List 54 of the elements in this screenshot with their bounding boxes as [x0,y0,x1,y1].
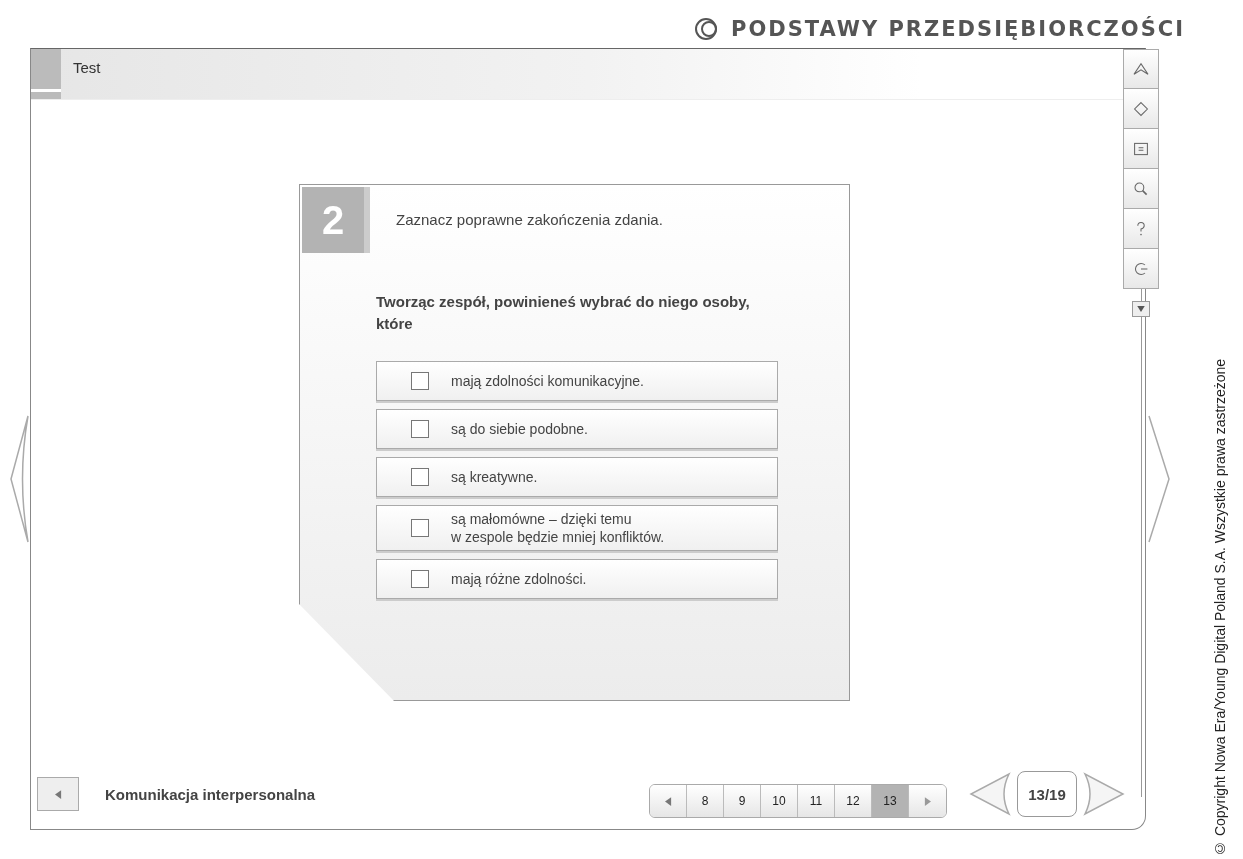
tab-marker [31,49,61,99]
page-button[interactable]: 10 [761,785,798,817]
page-counter: 13/19 [1017,771,1077,817]
exit-button[interactable] [1123,249,1159,289]
exit-icon [1133,260,1149,277]
chapter-title: Komunikacja interpersonalna [105,785,316,803]
search-button[interactable] [1123,169,1159,209]
page-button[interactable]: 13 [872,785,909,817]
help-button[interactable] [1123,209,1159,249]
next-arrow-icon[interactable] [1083,772,1125,816]
question-prompt: Tworząc zespół, powinieneś wybrać do niego osoby, które [376,292,751,334]
checkbox[interactable] [411,468,429,486]
previous-page-button[interactable] [650,785,687,817]
option-text: są małomówne – dzięki temu w zespole będzie mniej konfliktów. [451,510,665,546]
list-icon [1133,140,1149,157]
search-icon [1133,180,1149,197]
answer-option[interactable]: są małomówne – dzięki temu w zespole będzie mniej konfliktów. [376,505,778,551]
right-arrow-icon[interactable] [1147,414,1171,544]
section-title: Test [72,58,101,76]
answer-option[interactable]: są kreatywne. [376,457,778,497]
checkbox[interactable] [411,570,429,588]
diamond-icon [1133,100,1149,117]
option-text: mają zdolności komunikacyjne. [451,372,644,390]
checkbox[interactable] [411,420,429,438]
caret-down-icon [1137,306,1145,312]
app-title: PODSTAWY PRZEDSIĘBIORCZOŚCI [731,17,1185,41]
checkbox[interactable] [411,372,429,390]
page-button[interactable]: 8 [687,785,724,817]
page-button[interactable]: 11 [798,785,835,817]
caret-right-icon [924,796,931,806]
option-text: są kreatywne. [451,468,538,486]
menu-button[interactable] [1123,129,1159,169]
logo-icon [693,16,719,42]
answer-option[interactable]: mają zdolności komunikacyjne. [376,361,778,401]
option-text: mają różne zdolności. [451,570,587,588]
answer-option[interactable]: mają różne zdolności. [376,559,778,599]
dropdown-button[interactable] [1132,301,1150,317]
caret-left-icon [54,789,62,799]
question-instruction: Zaznacz poprawne zakończenia zdania. [396,210,663,228]
page-button[interactable]: 9 [724,785,761,817]
copyright-notice: © Copyright Nowa Era/Young Digital Poland S.A. Wszystkie prawa zastrzeżone [1212,357,1228,856]
caret-left-icon [664,796,672,806]
diamond-button[interactable] [1123,89,1159,129]
page-button[interactable]: 12 [835,785,872,817]
left-arrow-icon[interactable] [9,414,29,544]
option-text: są do siebie podobne. [451,420,588,438]
answer-option[interactable]: są do siebie podobne. [376,409,778,449]
chevron-up-icon [1132,62,1150,76]
previous-arrow-icon[interactable] [969,772,1011,816]
next-page-button[interactable] [909,785,946,817]
question-number: 2 [302,187,370,253]
back-button[interactable] [37,777,79,811]
up-button[interactable] [1123,49,1159,89]
checkbox[interactable] [411,519,429,537]
